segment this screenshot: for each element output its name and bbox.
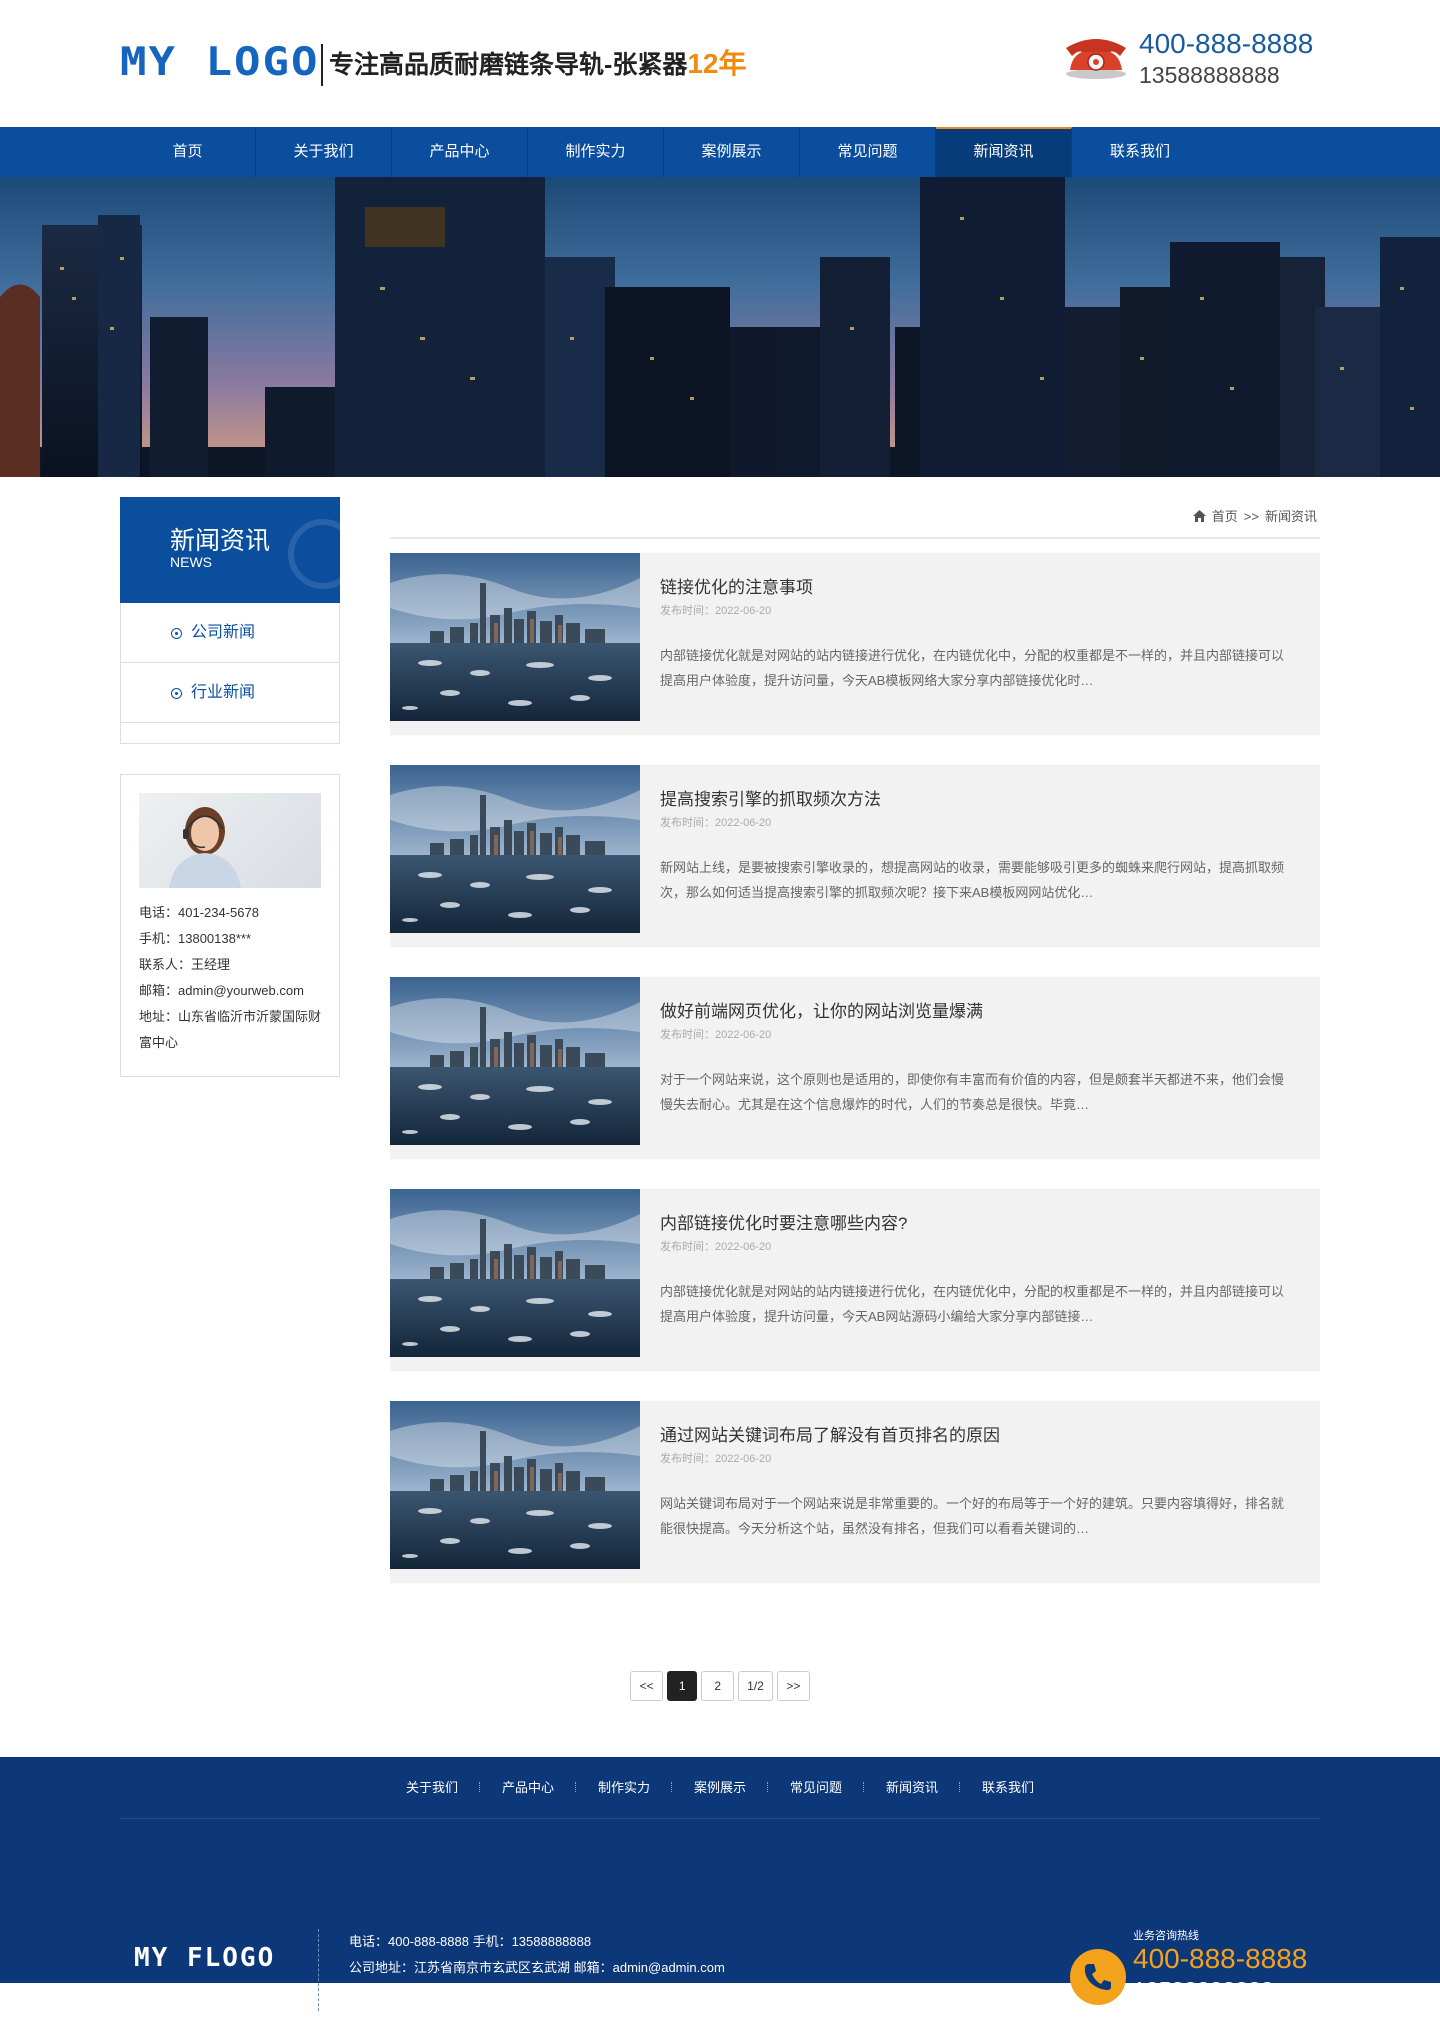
footer-link-contact[interactable]: 联系我们	[960, 1780, 1056, 1795]
sidebar-item-label: 行业新闻	[191, 684, 256, 701]
customer-service-image	[169, 807, 241, 888]
footer-link-strength[interactable]: 制作实力	[576, 1780, 672, 1795]
pager-page-1[interactable]: 1	[667, 1671, 698, 1701]
nav-item-home[interactable]: 首页	[120, 127, 256, 177]
news-date: 发布时间：2022-06-20	[660, 1241, 772, 1253]
news-thumbnail[interactable]	[390, 765, 640, 933]
footer-link-cases[interactable]: 案例展示	[672, 1780, 768, 1795]
list-item[interactable]: 通过网站关键词布局了解没有首页排名的原因 发布时间：2022-06-20 网站关…	[390, 1401, 1320, 1583]
sidebar-menu: 公司新闻 行业新闻	[120, 603, 340, 744]
city-skyline-image	[0, 177, 1440, 477]
news-title[interactable]: 内部链接优化时要注意哪些内容?	[660, 1209, 907, 1234]
nav-item-news[interactable]: 新闻资讯	[936, 127, 1072, 177]
pager-prev-button[interactable]: <<	[630, 1671, 664, 1701]
contact-address: 地址：山东省临沂市沂蒙国际财富中心	[139, 1009, 322, 1050]
breadcrumb: 首页 >> 新闻资讯	[390, 497, 1320, 539]
gear-icon	[288, 519, 340, 589]
footer-nav: 关于我们 产品中心 制作实力 案例展示 常见问题 新闻资讯 联系我们	[120, 1757, 1320, 1819]
news-date: 发布时间：2022-06-20	[660, 605, 772, 617]
contact-person: 联系人：王经理	[139, 957, 231, 972]
news-date: 发布时间：2022-06-20	[660, 817, 772, 829]
news-title[interactable]: 链接优化的注意事项	[660, 573, 813, 598]
footer-hotline: 业务咨询热线 400-888-8888 13588888888	[1070, 1927, 1320, 2017]
site-footer: 关于我们 产品中心 制作实力 案例展示 常见问题 新闻资讯 联系我们 MY FLOGO 电话…	[0, 1757, 1440, 2011]
news-desc: 内部链接优化就是对网站的站内链接进行优化，在内链优化中，分配的权重都是不一样的，…	[660, 1284, 1285, 1324]
footer-link-news[interactable]: 新闻资讯	[864, 1780, 960, 1795]
footer-contact-line: 电话：400-888-8888 手机：13588888888	[349, 1934, 592, 1949]
news-list: 链接优化的注意事项 发布时间：2022-06-20 内部链接优化就是对网站的站内…	[390, 553, 1320, 1583]
nav-item-faq[interactable]: 常见问题	[800, 127, 936, 177]
footer-copyright-line: Copyright © 2022 测试站点 本站资源来源于互联网 苏ICP123…	[349, 1986, 848, 2001]
news-desc: 对于一个网站来说，这个原则也是适用的，即使你有丰富而有价值的内容，但是颇套半天都…	[660, 1072, 1285, 1112]
sidebar-title-en: NEWS	[170, 554, 212, 570]
contact-email: 邮箱：admin@yourweb.com	[139, 983, 304, 998]
pager-info: 1/2	[738, 1671, 773, 1701]
news-desc: 新网站上线，是要被搜索引擎收录的，想提高网站的收录，需要能够吸引更多的蜘蛛来爬行…	[660, 860, 1285, 900]
footer-logo[interactable]: MY FLOGO	[134, 1943, 275, 1973]
nav-item-cases[interactable]: 案例展示	[664, 127, 800, 177]
sidebar-title-cn: 新闻资讯	[170, 527, 271, 555]
sidebar-item-label: 公司新闻	[191, 624, 256, 641]
nav-item-strength[interactable]: 制作实力	[528, 127, 664, 177]
pager-page-2[interactable]: 2	[701, 1671, 735, 1701]
header-tel: 400-888-8888	[1139, 28, 1314, 59]
news-date: 发布时间：2022-06-20	[660, 1029, 772, 1041]
contact-box: 电话：401-234-5678 手机：13800138*** 联系人：王经理 邮…	[120, 774, 340, 1077]
pagination: << 1 2 1/2 >>	[120, 1671, 1320, 1701]
news-title[interactable]: 做好前端网页优化，让你的网站浏览量爆满	[660, 997, 983, 1022]
list-item[interactable]: 链接优化的注意事项 发布时间：2022-06-20 内部链接优化就是对网站的站内…	[390, 553, 1320, 735]
avatar	[139, 793, 321, 888]
hero-banner	[0, 177, 1440, 477]
sidebar-title: 新闻资讯 NEWS	[120, 497, 340, 603]
footer-link-products[interactable]: 产品中心	[480, 1780, 576, 1795]
list-item[interactable]: 做好前端网页优化，让你的网站浏览量爆满 发布时间：2022-06-20 对于一个…	[390, 977, 1320, 1159]
footer-phone-icon	[1070, 1949, 1126, 2005]
news-title[interactable]: 提高搜索引擎的抓取频次方法	[660, 785, 881, 810]
home-icon	[1192, 510, 1206, 522]
sidebar-item-industry-news[interactable]: 行业新闻	[121, 663, 339, 723]
breadcrumb-current[interactable]: 新闻资讯	[1265, 509, 1317, 524]
news-desc: 网站关键词布局对于一个网站来说是非常重要的。一个好的布局等于一个好的建筑。只要内…	[660, 1496, 1285, 1536]
header-hotline: 400-888-8888 13588888888	[1060, 26, 1320, 88]
nav-item-contact[interactable]: 联系我们	[1072, 127, 1208, 177]
footer-address-line: 公司地址：江苏省南京市玄武区玄武湖 邮箱：admin@admin.com	[349, 1960, 725, 1975]
footer-mobile: 13588888888	[1133, 1977, 1274, 2003]
news-title[interactable]: 通过网站关键词布局了解没有首页排名的原因	[660, 1421, 1000, 1446]
circle-dot-icon	[171, 688, 182, 699]
site-header: MY LOGO 专注高品质耐磨链条导轨-张紧器12年 400-888-8888 …	[120, 0, 1320, 127]
footer-link-about[interactable]: 关于我们	[384, 1780, 480, 1795]
news-thumbnail[interactable]	[390, 1189, 640, 1357]
news-thumbnail[interactable]	[390, 977, 640, 1145]
breadcrumb-separator: >>	[1243, 509, 1259, 524]
contact-phone: 电话：401-234-5678	[139, 905, 259, 920]
news-thumbnail[interactable]	[390, 553, 640, 721]
list-item[interactable]: 提高搜索引擎的抓取频次方法 发布时间：2022-06-20 新网站上线，是要被搜…	[390, 765, 1320, 947]
phone-icon	[1066, 39, 1126, 79]
news-thumbnail[interactable]	[390, 1401, 640, 1569]
sidebar: 新闻资讯 NEWS 公司新闻 行业新闻 电话：401-234-5678 手机：1…	[120, 497, 340, 1077]
breadcrumb-home[interactable]: 首页	[1212, 509, 1238, 524]
circle-dot-icon	[171, 628, 182, 639]
footer-link-faq[interactable]: 常见问题	[768, 1780, 864, 1795]
news-desc: 内部链接优化就是对网站的站内链接进行优化，在内链优化中，分配的权重都是不一样的，…	[660, 648, 1285, 688]
slogan-text: 专注高品质耐磨链条导轨-张紧器	[329, 51, 688, 79]
contact-mobile: 手机：13800138***	[139, 931, 252, 946]
main-content: 新闻资讯 NEWS 公司新闻 行业新闻 电话：401-234-5678 手机：1…	[120, 477, 1320, 1767]
pager-next-button[interactable]: >>	[776, 1671, 810, 1701]
nav-item-products[interactable]: 产品中心	[392, 127, 528, 177]
footer-tel: 400-888-8888	[1133, 1943, 1308, 1974]
news-content: 首页 >> 新闻资讯 链接优化的注意事项 发布时间：2022-06-20 内部链接优…	[390, 497, 1320, 1613]
main-nav: 首页 关于我们 产品中心 制作实力 案例展示 常见问题 新闻资讯 联系我们	[0, 127, 1440, 177]
nav-item-about[interactable]: 关于我们	[256, 127, 392, 177]
nav-list: 首页 关于我们 产品中心 制作实力 案例展示 常见问题 新闻资讯 联系我们	[120, 127, 1320, 177]
site-logo[interactable]: MY LOGO	[120, 40, 319, 85]
site-slogan: 专注高品质耐磨链条导轨-张紧器12年	[321, 44, 746, 86]
list-item[interactable]: 内部链接优化时要注意哪些内容? 发布时间：2022-06-20 内部链接优化就是…	[390, 1189, 1320, 1371]
footer-info: 电话：400-888-8888 手机：13588888888 公司地址：江苏省南…	[318, 1929, 848, 2011]
footer-hotline-label: 业务咨询热线	[1133, 1930, 1199, 1942]
slogan-years: 12年	[687, 48, 747, 79]
news-date: 发布时间：2022-06-20	[660, 1453, 772, 1465]
header-mobile: 13588888888	[1139, 62, 1280, 88]
sidebar-item-company-news[interactable]: 公司新闻	[121, 603, 339, 663]
